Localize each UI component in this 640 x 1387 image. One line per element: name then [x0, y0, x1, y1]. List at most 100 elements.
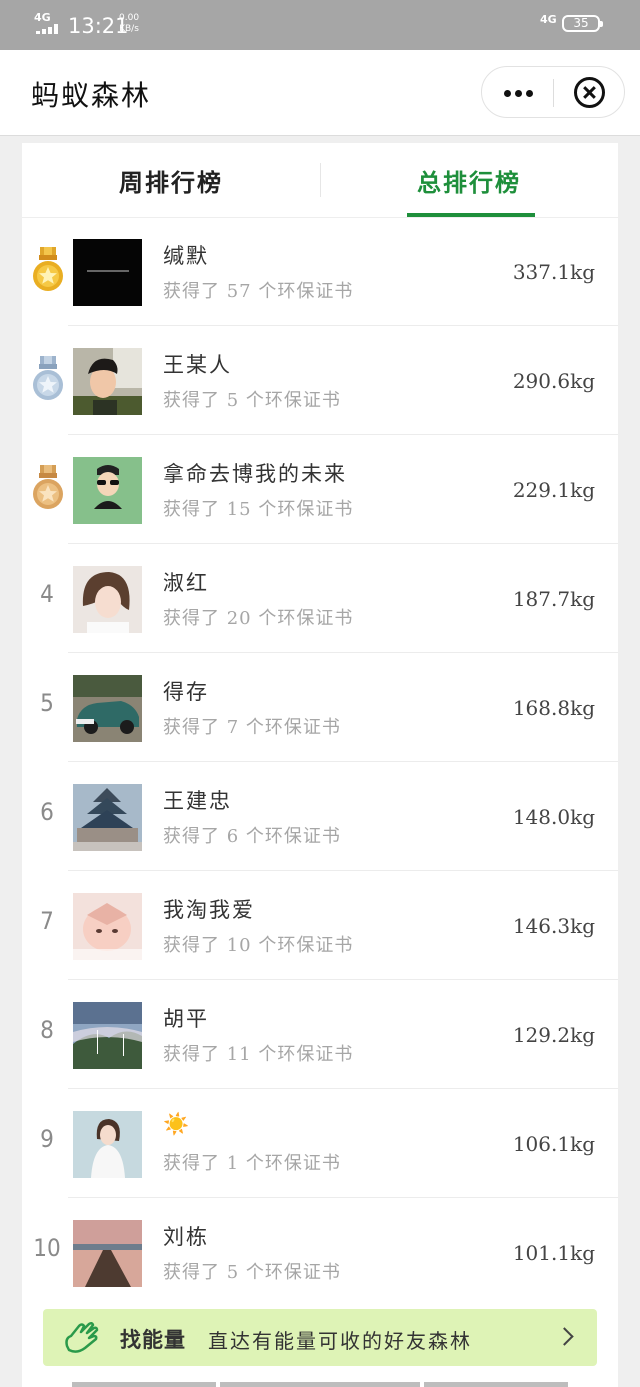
user-name: 刘栋 [163, 1225, 209, 1249]
certificate-suffix: 个环保证书 [245, 1262, 341, 1283]
certificate-number: 1 [226, 1153, 240, 1174]
certificate-count: 获得了 10 个环保证书 [163, 931, 353, 957]
rank-number: 10 [33, 1234, 61, 1262]
bottom-tab-hint [72, 1382, 568, 1387]
certificate-suffix: 个环保证书 [258, 935, 354, 956]
ranking-card: 周排行榜 总排行榜 缄默 获得了 57 个环保证书 337.1kg 王某人 获得… [22, 143, 618, 1387]
ranking-row[interactable]: 8 胡平 获得了 11 个环保证书 129.2kg [22, 980, 618, 1089]
ranking-row[interactable]: 4 淑红 获得了 20 个环保证书 187.7kg [22, 544, 618, 653]
energy-amount: 148.0kg [512, 805, 595, 829]
rank-number: 7 [40, 907, 54, 935]
certificate-number: 20 [226, 608, 252, 629]
green-car-avatar[interactable] [73, 675, 142, 742]
certificate-suffix: 个环保证书 [258, 281, 354, 302]
certificate-suffix: 个环保证书 [258, 499, 354, 520]
more-menu-button[interactable] [482, 67, 554, 119]
user-name: 王建忠 [163, 789, 232, 813]
certificate-number: 6 [226, 826, 240, 847]
energy-amount: 101.1kg [512, 1241, 595, 1265]
energy-amount: 106.1kg [512, 1132, 595, 1156]
banner-description: 直达有能量可收的好友森林 [208, 1329, 472, 1353]
certificate-count: 获得了 5 个环保证书 [163, 386, 341, 412]
ranking-row[interactable]: 缄默 获得了 57 个环保证书 337.1kg [22, 217, 618, 326]
temple-avatar[interactable] [73, 784, 142, 851]
more-dot-icon [526, 90, 533, 97]
battery-level: 35 [573, 16, 589, 30]
nav-bar: 蚂蚁森林 [0, 50, 640, 136]
tab-total-ranking[interactable]: 总排行榜 [320, 163, 618, 198]
certificate-count: 获得了 11 个环保证书 [163, 1040, 353, 1066]
energy-amount: 129.2kg [512, 1023, 595, 1047]
network-speed-unit: KB/s [119, 24, 139, 34]
certificate-count: 获得了 6 个环保证书 [163, 822, 341, 848]
rank-number: 5 [40, 689, 54, 717]
certificate-count: 获得了 5 个环保证书 [163, 1258, 341, 1284]
rank-number: 8 [40, 1016, 54, 1044]
user-name: 王某人 [163, 353, 232, 377]
status-bar: 4G 13:21 0.00 KB/s 4G 35 [0, 0, 640, 50]
chevron-right-icon [555, 1327, 574, 1346]
certificate-prefix: 获得了 [163, 935, 220, 956]
find-energy-banner[interactable]: 找能量 直达有能量可收的好友森林 [43, 1309, 597, 1366]
mini-program-capsule [481, 66, 625, 118]
certificate-count: 获得了 15 个环保证书 [163, 495, 353, 521]
certificate-prefix: 获得了 [163, 608, 220, 629]
silver-medal-icon [33, 356, 63, 400]
gold-medal-icon [33, 247, 63, 291]
certificate-number: 57 [226, 281, 252, 302]
certificate-prefix: 获得了 [163, 281, 220, 302]
certificate-count: 获得了 7 个环保证书 [163, 713, 341, 739]
battery-icon: 35 [562, 15, 603, 32]
banner-title: 找能量 [120, 1327, 186, 1352]
capsule-divider [553, 79, 554, 107]
ranking-row[interactable]: 5 得存 获得了 7 个环保证书 168.8kg [22, 653, 618, 762]
cartoon-sunglasses-avatar[interactable] [73, 457, 142, 524]
girl-portrait-avatar[interactable] [73, 566, 142, 633]
tab-weekly-ranking[interactable]: 周排行榜 [22, 163, 320, 198]
page-title: 蚂蚁森林 [31, 79, 152, 112]
selfie-man-avatar[interactable] [73, 348, 142, 415]
energy-amount: 146.3kg [512, 914, 595, 938]
ranking-row[interactable]: 7 我淘我爱 获得了 10 个环保证书 146.3kg [22, 871, 618, 980]
user-name: 得存 [163, 680, 209, 704]
mountain-avatar[interactable] [73, 1002, 142, 1069]
certificate-prefix: 获得了 [163, 1262, 220, 1283]
bronze-medal-icon [33, 465, 63, 509]
ranking-row[interactable]: 10 刘栋 获得了 5 个环保证书 101.1kg [22, 1198, 618, 1307]
certificate-prefix: 获得了 [163, 717, 220, 738]
user-name: ☀️ [163, 1112, 192, 1136]
hand-icon [65, 1321, 99, 1353]
energy-amount: 168.8kg [512, 696, 595, 720]
ranking-row[interactable]: 拿命去博我的未来 获得了 15 个环保证书 229.1kg [22, 435, 618, 544]
certificate-number: 15 [226, 499, 252, 520]
user-name: 缄默 [163, 244, 209, 268]
network-speed: 0.00 KB/s [119, 13, 139, 35]
ranking-row[interactable]: 6 王建忠 获得了 6 个环保证书 148.0kg [22, 762, 618, 871]
certificate-suffix: 个环保证书 [258, 1044, 354, 1065]
user-name: 拿命去博我的未来 [163, 462, 347, 486]
pier-sunset-avatar[interactable] [73, 1220, 142, 1287]
network-speed-value: 0.00 [119, 13, 140, 23]
certificate-suffix: 个环保证书 [245, 1153, 341, 1174]
user-name: 胡平 [163, 1007, 209, 1031]
ranking-row[interactable]: 9 ☀️ 获得了 1 个环保证书 106.1kg [22, 1089, 618, 1198]
ranking-row[interactable]: 王某人 获得了 5 个环保证书 290.6kg [22, 326, 618, 435]
certificate-number: 11 [226, 1044, 252, 1065]
certificate-suffix: 个环保证书 [258, 608, 354, 629]
certificate-suffix: 个环保证书 [245, 826, 341, 847]
girl-white-dress-avatar[interactable] [73, 1111, 142, 1178]
certificate-number: 7 [226, 717, 240, 738]
baby-face-avatar[interactable] [73, 893, 142, 960]
certificate-number: 5 [226, 1262, 240, 1283]
energy-amount: 337.1kg [512, 260, 595, 284]
dark-square-avatar[interactable] [73, 239, 142, 306]
close-icon[interactable] [574, 77, 605, 108]
more-dot-icon [515, 90, 522, 97]
certificate-prefix: 获得了 [163, 499, 220, 520]
ranking-tabs: 周排行榜 总排行榜 [22, 143, 618, 218]
certificate-count: 获得了 1 个环保证书 [163, 1149, 341, 1175]
rank-number: 6 [40, 798, 54, 826]
certificate-prefix: 获得了 [163, 390, 220, 411]
certificate-suffix: 个环保证书 [245, 390, 341, 411]
certificate-prefix: 获得了 [163, 826, 220, 847]
